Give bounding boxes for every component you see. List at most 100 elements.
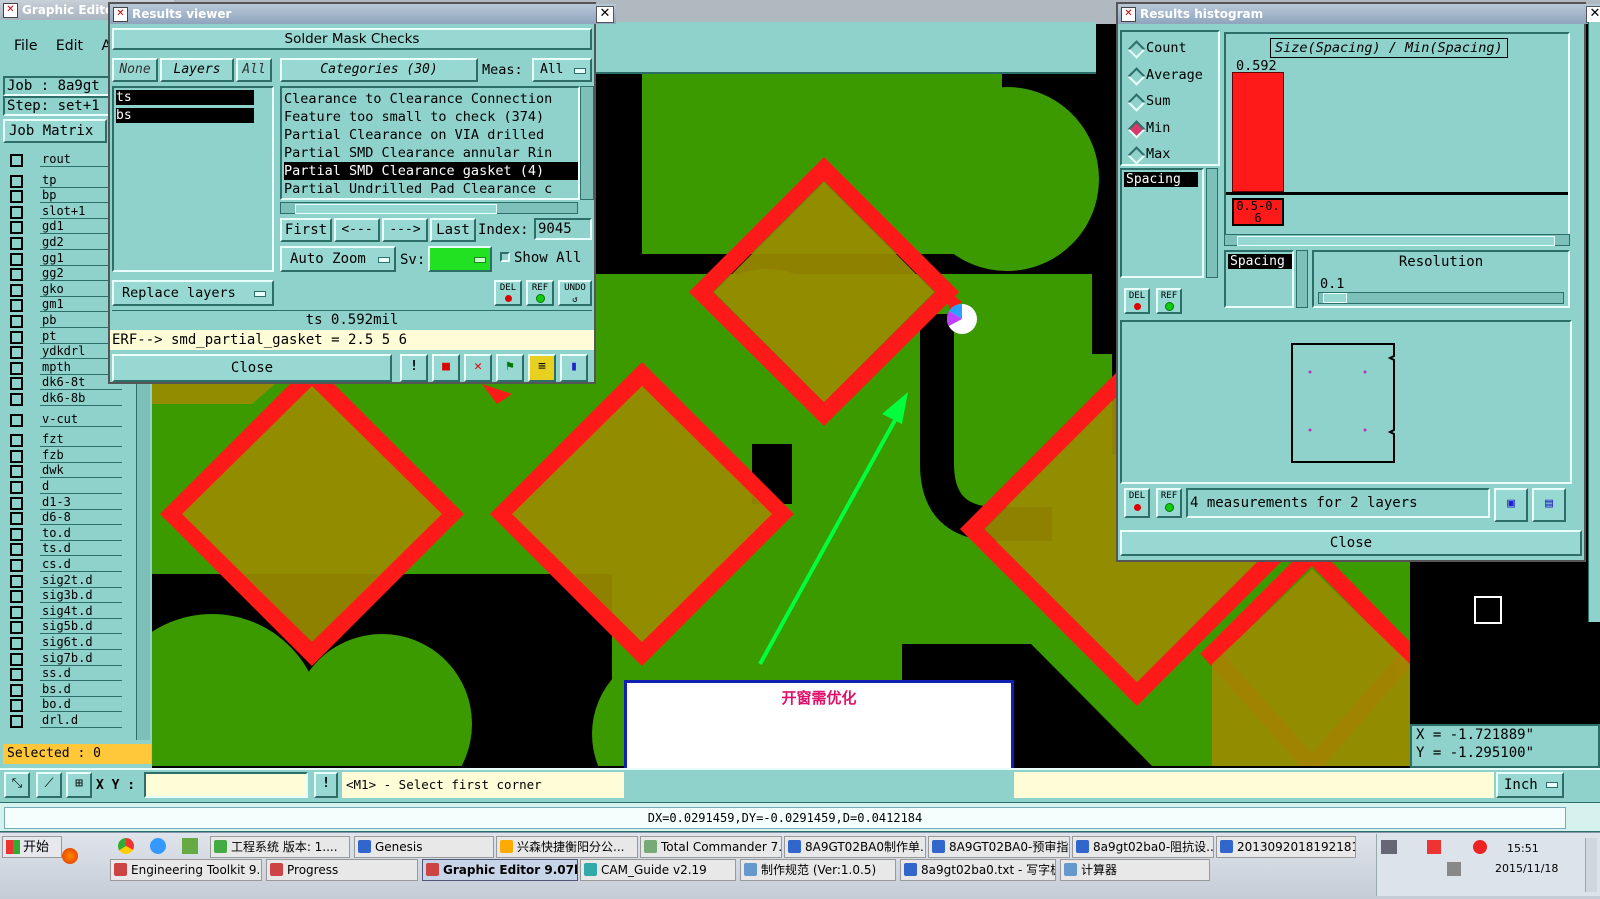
close-icon[interactable]: ✕	[1586, 6, 1600, 23]
stat-option-min[interactable]: Min	[1122, 118, 1218, 139]
layer-checkbox[interactable]	[10, 434, 23, 448]
taskbar-item[interactable]: 8a9gt02ba0.txt - 写字板	[900, 859, 1056, 881]
grid-tool-icon[interactable]: ⊞	[66, 772, 92, 798]
replace-layers-button[interactable]: Replace layers	[112, 280, 274, 306]
layer-checkbox[interactable]	[10, 512, 23, 526]
taskbar-item[interactable]: Genesis	[354, 836, 494, 858]
hist-ref-button[interactable]: REF	[1156, 288, 1182, 314]
resolution-slider-thumb[interactable]	[1323, 293, 1347, 303]
alert-icon[interactable]: !	[314, 772, 338, 798]
taskbar-item[interactable]: 计算器	[1060, 859, 1210, 881]
category-item[interactable]: Clearance to Clearance Connection	[284, 90, 578, 108]
measure-tool-icon[interactable]: ⟋	[36, 772, 62, 798]
auto-zoom-select[interactable]: Auto Zoom	[280, 246, 396, 272]
show-all-checkbox[interactable]	[500, 252, 510, 262]
layer-row[interactable]: tp	[8, 172, 122, 188]
close-icon[interactable]: ✕	[596, 6, 614, 23]
layer-results-list[interactable]: ts bs	[112, 86, 274, 272]
category-list-vscroll[interactable]	[580, 86, 594, 200]
layer-row[interactable]: dk6-8b	[8, 391, 122, 406]
ie-icon[interactable]	[150, 838, 166, 854]
layer-row[interactable]: sig7b.d	[8, 650, 122, 666]
resolution-slider[interactable]	[1318, 292, 1564, 304]
stat-option-max[interactable]: Max	[1122, 144, 1218, 165]
layer-checkbox[interactable]	[10, 543, 23, 557]
layer-checkbox[interactable]	[10, 299, 23, 313]
category-list[interactable]: Clearance to Clearance Connection Feature…	[280, 86, 580, 200]
radio-icon[interactable]	[1127, 119, 1146, 139]
index-input[interactable]: 9045	[534, 218, 592, 240]
taskbar-item[interactable]: Graphic Editor 9.07b2 ...	[422, 859, 578, 881]
layer-checkbox[interactable]	[10, 605, 23, 619]
taskbar-item[interactable]: 8A9GT02BA0制作单....	[784, 836, 926, 858]
all-layers-button[interactable]: All	[236, 58, 272, 82]
layer-row[interactable]: d1-3	[8, 494, 122, 510]
layer-checkbox[interactable]	[10, 413, 23, 427]
taskbar-item[interactable]: 工程系统 版本: 1....	[210, 836, 350, 858]
delete-pattern-icon[interactable]: ✕	[464, 354, 492, 382]
hist-close-button[interactable]: Close	[1120, 530, 1582, 556]
layer-row[interactable]: d6-8	[8, 510, 122, 526]
highlight-icon[interactable]: !	[400, 354, 428, 382]
layer-checkbox[interactable]	[10, 590, 23, 604]
menu-edit[interactable]: Edit	[56, 38, 83, 54]
layer-checkbox[interactable]	[10, 346, 23, 360]
undo-button[interactable]: UNDO ↺	[558, 280, 592, 306]
layer-row[interactable]: sig4t.d	[8, 603, 122, 619]
job-matrix-button[interactable]: Job Matrix	[3, 119, 107, 143]
layer-checkbox[interactable]	[10, 252, 23, 266]
taskbar-item[interactable]: Engineering Toolkit 9.07...	[110, 859, 262, 881]
close-button[interactable]: Close	[112, 354, 392, 382]
layer-checkbox[interactable]	[10, 237, 23, 250]
category-item[interactable]: Feature too small to check (374)	[284, 108, 578, 126]
layer-row[interactable]: dwk	[8, 463, 122, 479]
layer-row[interactable]: gg2	[8, 266, 122, 282]
layer-checkbox[interactable]	[10, 283, 23, 297]
next-button[interactable]: --->	[382, 218, 428, 242]
sv-color-select[interactable]	[428, 246, 492, 272]
show-desktop-icon[interactable]	[1585, 838, 1597, 892]
layer-checkbox[interactable]	[10, 715, 23, 728]
xy-input[interactable]	[144, 772, 308, 798]
layer-row[interactable]: cs.d	[8, 557, 122, 572]
ref-button[interactable]: REF	[526, 280, 554, 306]
layer-checkbox[interactable]	[10, 496, 23, 510]
category-item[interactable]: Partial SMD Clearance annular Rin	[284, 144, 578, 162]
layer-checkbox[interactable]	[10, 315, 23, 328]
layer-checkbox[interactable]	[10, 621, 23, 635]
spacing-combo-scrollbar[interactable]	[1296, 250, 1308, 308]
layer-row[interactable]: sig2t.d	[8, 572, 122, 588]
categories-button[interactable]: Categories (30)	[280, 58, 478, 82]
layer-item-bs[interactable]: bs	[116, 108, 254, 123]
taskbar-item[interactable]: CAM_Guide v2.19	[580, 859, 736, 881]
layer-checkbox[interactable]	[10, 361, 23, 375]
spacing-list-scrollbar[interactable]	[1206, 168, 1218, 278]
layer-checkbox[interactable]	[10, 637, 23, 650]
app-quick-icon[interactable]	[182, 838, 198, 854]
layer-checkbox[interactable]	[10, 668, 23, 682]
spacing-list-item[interactable]: Spacing	[1124, 172, 1198, 187]
taskbar-item[interactable]: 8a9gt02ba0-阻抗设...	[1072, 836, 1214, 858]
preview-ref-button[interactable]: REF	[1156, 488, 1182, 518]
histogram-icon[interactable]: ▮	[560, 354, 588, 382]
meas-select[interactable]: All	[532, 58, 592, 82]
layers-button[interactable]: Layers	[160, 58, 234, 82]
radio-icon[interactable]	[1127, 40, 1146, 59]
layer-checkbox[interactable]	[10, 154, 23, 167]
report-icon[interactable]: ≡	[528, 354, 556, 382]
preview-del-button[interactable]: DEL	[1124, 488, 1150, 518]
layer-checkbox[interactable]	[10, 221, 23, 235]
category-list-hscroll[interactable]	[280, 202, 578, 214]
tray-volume-icon[interactable]	[1447, 862, 1461, 876]
layer-item-ts[interactable]: ts	[116, 90, 254, 105]
stat-option-average[interactable]: Average	[1122, 65, 1218, 86]
export-feature-icon[interactable]: ▤	[1532, 488, 1566, 522]
layer-checkbox[interactable]	[10, 174, 23, 188]
stat-option-count[interactable]: Count	[1122, 38, 1218, 59]
layer-row[interactable]: pt	[8, 328, 122, 344]
layer-checkbox[interactable]	[10, 377, 23, 391]
layer-checkbox[interactable]	[10, 652, 23, 666]
zoom-to-feature-icon[interactable]: ▣	[1494, 488, 1528, 522]
layer-checkbox[interactable]	[10, 527, 23, 541]
menu-file[interactable]: File	[14, 38, 37, 54]
